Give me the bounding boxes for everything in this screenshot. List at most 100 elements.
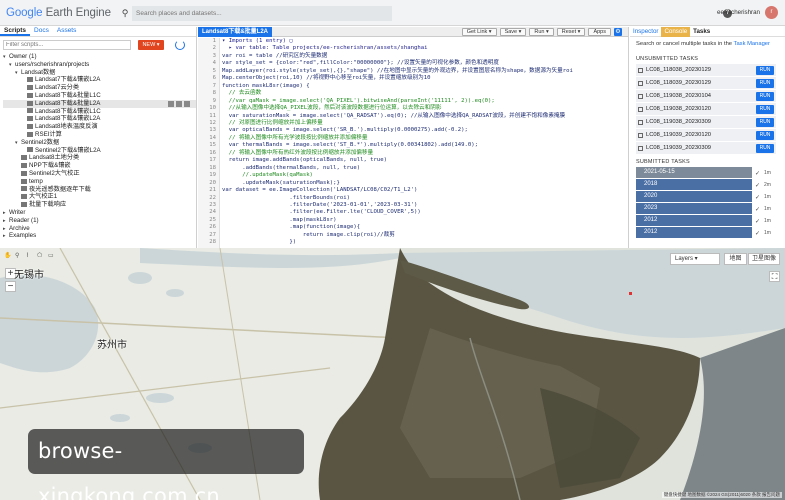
run-button[interactable]: Run ▾ <box>529 28 554 36</box>
code-line[interactable]: ▸ var table: Table projects/ee-rscherish… <box>222 45 627 52</box>
fullscreen-icon[interactable]: ⛶ <box>769 271 780 282</box>
polygon-icon[interactable]: ⬠ <box>37 252 44 259</box>
share-icon[interactable] <box>176 100 182 107</box>
hand-icon[interactable]: ✋ <box>4 252 11 259</box>
code-line[interactable]: function maskL8sr(image) { <box>222 83 627 90</box>
code-line[interactable]: //var qaMask = image.select('QA_PIXEL').… <box>222 98 627 105</box>
code-line[interactable]: Map.centerObject(roi,10) //将视野中心移至roi矢量，… <box>222 75 627 82</box>
script-tree-item[interactable]: ▸ Examples <box>3 232 196 240</box>
editor-tab[interactable]: Landsat8下载&批量L2A <box>198 26 273 37</box>
submitted-task-row[interactable]: 2023 ✓ 1m <box>636 203 776 214</box>
script-tree-item[interactable]: 批量下载响应 <box>3 201 196 209</box>
code-line[interactable]: var style_set = {color:"red",fillColor:"… <box>222 60 627 67</box>
run-task-button[interactable]: RUN <box>756 78 774 88</box>
filter-scripts-input[interactable] <box>3 40 131 50</box>
script-tree-item[interactable]: Landsat8地表温度反演 <box>3 123 196 131</box>
layers-button[interactable]: Layers ▾ <box>670 253 720 265</box>
get-link-button[interactable]: Get Link ▾ <box>461 28 497 36</box>
script-tree-item[interactable]: Landsat7下载&镶嵌L2A <box>3 76 196 84</box>
map-type-map-button[interactable]: 地图 <box>724 253 747 265</box>
code-line[interactable]: }) <box>222 239 627 246</box>
run-task-button[interactable]: RUN <box>756 117 774 127</box>
code-line[interactable]: // 将输入图像中所有热红外波段按比例缩放并添加偏移量 <box>222 150 627 157</box>
code-line[interactable]: .filterDate('2023-01-01','2023-03-31') <box>222 202 627 209</box>
code-line[interactable]: .map(maskL8sr) <box>222 217 627 224</box>
refresh-icon[interactable] <box>175 40 185 50</box>
point-marker-icon[interactable]: ⚲ <box>15 252 22 259</box>
code-line[interactable]: // 将输入图像中所有光学波段按比例缩放并添加偏移量 <box>222 135 627 142</box>
avatar[interactable]: r <box>765 6 778 19</box>
run-task-button[interactable]: RUN <box>756 65 774 75</box>
code-line[interactable]: //从输入图像中选择QA_PIXEL波段，然后对该波段数据进行位运算，以去除云和… <box>222 105 627 112</box>
earth-engine-logo[interactable]: Google Earth Engine <box>6 7 111 19</box>
script-tree-item[interactable]: Sentinel2大气校正 <box>3 170 196 178</box>
tab-docs[interactable]: Docs <box>30 26 53 36</box>
script-tree-item[interactable]: temp <box>3 178 196 186</box>
script-tree-item[interactable]: 大气校正1 <box>3 193 196 201</box>
save-button[interactable]: Save ▾ <box>499 28 527 36</box>
script-tree-item[interactable]: ▸ Reader (1) <box>3 217 196 225</box>
code-line[interactable]: .filterBounds(roi) <box>222 195 627 202</box>
map-type-satellite-button[interactable]: 卫星图像 <box>748 253 780 265</box>
script-tree-item[interactable]: ▾ users/rscherishran/projects <box>3 61 196 69</box>
submitted-task-row[interactable]: 2012 ✓ 1m <box>636 215 776 226</box>
script-tree-item[interactable]: RSEI计算 <box>3 131 196 139</box>
new-button[interactable]: NEW ▾ <box>138 40 164 50</box>
map-view[interactable]: ✋ ⚲ ⌇ ⬠ ▭ + − 无锡市 苏州市 Layers ▾ 地图 卫星图像 ⛶… <box>0 248 785 500</box>
code-line[interactable]: .updateMask(saturationMask);} <box>222 180 627 187</box>
code-line[interactable]: return image.addBands(opticalBands, null… <box>222 157 627 164</box>
script-tree-item[interactable]: Landsat8下载&镶嵌L2A <box>3 115 196 123</box>
code-line[interactable]: var saturationMask = image.select('QA_RA… <box>222 113 627 120</box>
tab-tasks[interactable]: Tasks <box>690 27 713 37</box>
tab-scripts[interactable]: Scripts <box>0 26 31 36</box>
code-line[interactable]: // 对原图进行比例缩放并加上偏移量 <box>222 120 627 127</box>
code-line[interactable]: .map(function(image){ <box>222 224 627 231</box>
delete-icon[interactable] <box>184 100 190 107</box>
search-icon[interactable]: ⚲ <box>118 8 132 19</box>
apps-button[interactable]: Apps <box>588 28 611 36</box>
code-line[interactable]: .addBands(thermalBands, null, true) <box>222 165 627 172</box>
code-line[interactable]: var opticalBands = image.select('SR_B.')… <box>222 127 627 134</box>
task-name: LC08_119039_20230120 <box>646 132 712 138</box>
submitted-task-row[interactable]: 2020 ✓ 1m <box>636 191 776 202</box>
submitted-task-row[interactable]: 2021-05-15 ✓ 1m <box>636 167 776 178</box>
submitted-task-row[interactable]: 2012 ✓ 1m <box>636 227 776 238</box>
user-account-name[interactable]: ee-rscherishran <box>717 9 760 16</box>
code-line[interactable]: var thermalBands = image.select('ST_B.*'… <box>222 142 627 149</box>
script-tree-item[interactable]: Landsat8下载&批量L2A <box>3 99 196 108</box>
edit-icon[interactable] <box>168 100 174 107</box>
script-tree-item[interactable]: Landsat8土地分类 <box>3 154 196 162</box>
script-tree-item[interactable]: ▸ Archive <box>3 225 196 233</box>
code-line[interactable]: ▾ Imports (1 entry) ▢ <box>222 38 627 45</box>
code-line[interactable]: return image.clip(roi)//裁剪 <box>222 232 627 239</box>
code-area[interactable]: ▾ Imports (1 entry) ▢ ▸ var table: Table… <box>222 38 627 248</box>
script-tree-item[interactable]: ▾ Sentinel2数据 <box>3 139 196 147</box>
script-tree-item[interactable]: NPP下载&镶嵌 <box>3 162 196 170</box>
script-tree-item[interactable]: Landsat7云分类 <box>3 84 196 92</box>
code-line[interactable]: // 去云函数 <box>222 90 627 97</box>
script-tree-item[interactable]: Landsat8下载&批量L1C <box>3 92 196 100</box>
search-input[interactable] <box>132 6 392 21</box>
script-tree-item[interactable]: ▸ Writer <box>3 209 196 217</box>
script-tree-item[interactable]: ▾ Owner (1) <box>3 53 196 61</box>
run-task-button[interactable]: RUN <box>756 91 774 101</box>
code-line[interactable]: .filter(ee.Filter.lte('CLOUD_COVER',5)) <box>222 209 627 216</box>
unsubmitted-task-row: LC08_119039_20230120 RUN <box>636 129 776 141</box>
logo-product: Earth Engine <box>45 6 111 19</box>
tab-console[interactable]: Console <box>661 26 691 37</box>
code-line[interactable]: //.updateMask(qaMask) <box>222 172 627 179</box>
run-task-button[interactable]: RUN <box>756 130 774 140</box>
submitted-task-row[interactable]: 2018 ✓ 2m <box>636 179 776 190</box>
task-manager-link[interactable]: Task Manager <box>734 41 770 47</box>
rectangle-icon[interactable]: ▭ <box>48 252 55 259</box>
run-task-button[interactable]: RUN <box>756 143 774 153</box>
polyline-icon[interactable]: ⌇ <box>26 252 33 259</box>
reset-button[interactable]: Reset ▾ <box>556 28 586 36</box>
tab-assets[interactable]: Assets <box>53 26 81 36</box>
zoom-out-button[interactable]: − <box>5 281 16 292</box>
tab-inspector[interactable]: Inspector <box>630 27 661 37</box>
gear-icon[interactable]: ⚙ <box>614 28 622 36</box>
code-line[interactable]: var dataset = ee.ImageCollection('LANDSA… <box>222 187 627 194</box>
earth-engine-app: Google Earth Engine ⚲ ? ee-rscherishran … <box>0 0 785 500</box>
run-task-button[interactable]: RUN <box>756 104 774 114</box>
